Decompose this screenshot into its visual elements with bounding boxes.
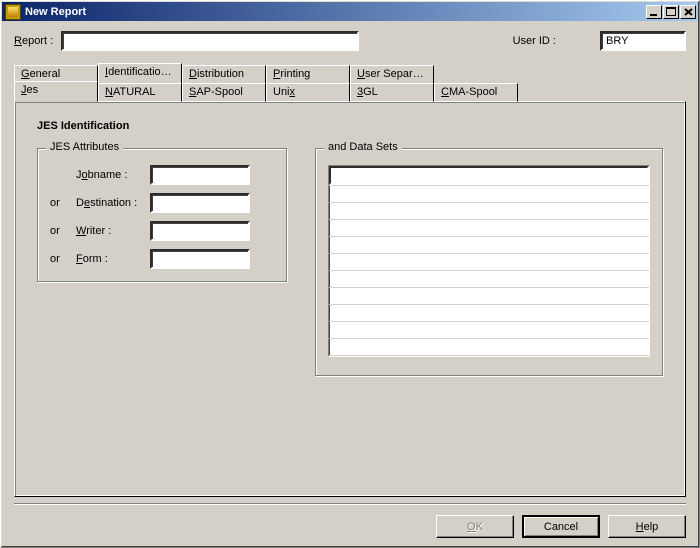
subtab-natural[interactable]: NATURAL xyxy=(98,83,182,102)
data-set-row[interactable] xyxy=(329,166,649,186)
attr-input-destination[interactable] xyxy=(150,193,250,213)
attr-or-2: or xyxy=(50,225,70,237)
subtab-sap-spool[interactable]: SAP-Spool xyxy=(182,83,266,102)
minimize-button[interactable] xyxy=(646,5,662,19)
data-set-row[interactable] xyxy=(329,271,649,288)
attr-label-form: Form : xyxy=(76,253,144,265)
data-set-row[interactable] xyxy=(329,237,649,254)
jes-attributes-legend: JES Attributes xyxy=(46,141,123,153)
help-button[interactable]: Help xyxy=(608,515,686,538)
app-icon xyxy=(5,4,21,20)
data-set-row[interactable] xyxy=(329,254,649,271)
data-set-row[interactable] xyxy=(329,305,649,322)
attr-label-destination: Destination : xyxy=(76,197,144,209)
tab-printing[interactable]: Printing xyxy=(266,65,350,84)
maximize-button[interactable] xyxy=(663,5,679,19)
subtab-jes[interactable]: Jes xyxy=(14,81,98,102)
subtab-3gl[interactable]: 3GL xyxy=(350,83,434,102)
cancel-button[interactable]: Cancel xyxy=(522,515,600,538)
close-button[interactable] xyxy=(680,5,696,19)
data-set-row[interactable] xyxy=(329,288,649,305)
tab-identification[interactable]: Identification... xyxy=(98,63,182,84)
report-input[interactable] xyxy=(61,31,359,51)
titlebar: New Report xyxy=(2,2,698,21)
tab-panel-jes: JES Identification JES Attributes Jobnam… xyxy=(14,101,686,497)
window-title: New Report xyxy=(25,6,645,18)
data-sets-legend: and Data Sets xyxy=(324,141,402,153)
new-report-window: New Report Report : User ID : xyxy=(0,0,700,548)
data-set-row[interactable] xyxy=(329,339,649,356)
tab-container: GeneralIdentification...DistributionPrin… xyxy=(14,65,686,497)
report-label: Report : xyxy=(14,35,53,47)
tabstrip-secondary: JesNATURALSAP-SpoolUnix3GLCMA-Spool xyxy=(14,83,686,102)
tab-distribution[interactable]: Distribution xyxy=(182,65,266,84)
attr-input-writer[interactable] xyxy=(150,221,250,241)
attr-or-1: or xyxy=(50,197,70,209)
attr-input-form[interactable] xyxy=(150,249,250,269)
userid-input[interactable] xyxy=(600,31,686,51)
attr-label-jobname: Jobname : xyxy=(76,169,144,181)
data-set-row[interactable] xyxy=(329,186,649,203)
attr-input-jobname[interactable] xyxy=(150,165,250,185)
attr-or-3: or xyxy=(50,253,70,265)
section-title: JES Identification xyxy=(37,120,663,132)
subtab-unix[interactable]: Unix xyxy=(266,83,350,102)
ok-button[interactable]: OK xyxy=(436,515,514,538)
userid-label: User ID : xyxy=(513,35,556,47)
jes-attributes-group: JES Attributes Jobname :orDestination :o… xyxy=(37,148,287,282)
subtab-cma-spool[interactable]: CMA-Spool xyxy=(434,83,518,102)
data-set-input[interactable] xyxy=(329,166,649,185)
data-set-row[interactable] xyxy=(329,220,649,237)
data-set-row[interactable] xyxy=(329,322,649,339)
data-sets-group: and Data Sets xyxy=(315,148,663,376)
data-sets-list[interactable] xyxy=(328,165,650,357)
attr-label-writer: Writer : xyxy=(76,225,144,237)
tab-user-separation[interactable]: User Separation xyxy=(350,65,434,84)
tabstrip-primary: GeneralIdentification...DistributionPrin… xyxy=(14,65,686,84)
data-set-row[interactable] xyxy=(329,203,649,220)
